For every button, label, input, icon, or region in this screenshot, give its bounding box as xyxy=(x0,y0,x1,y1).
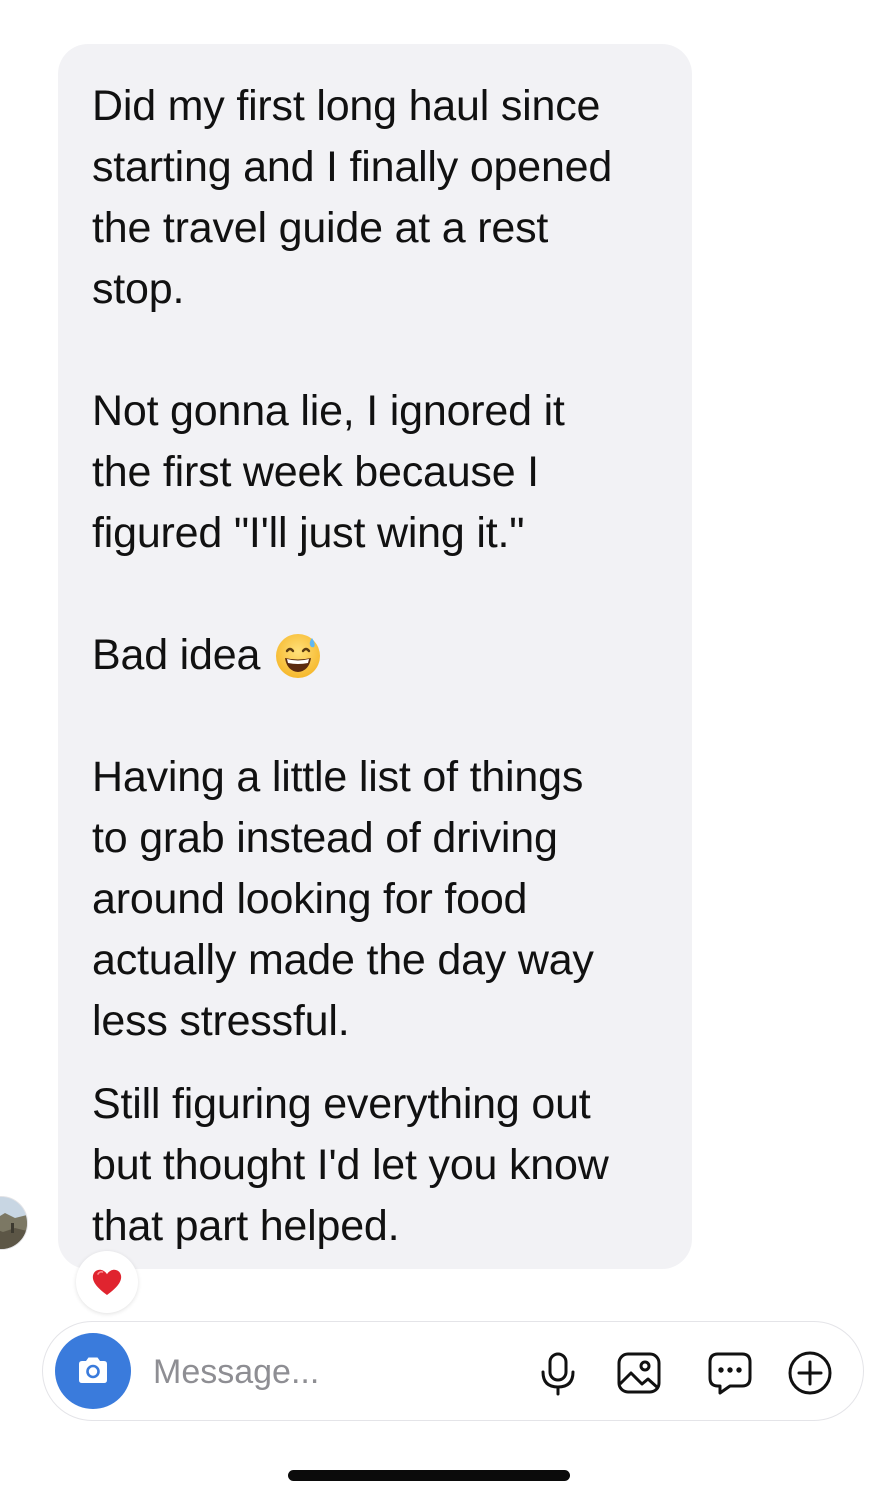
contact-avatar[interactable] xyxy=(0,1196,28,1250)
avatar-photo xyxy=(0,1197,27,1249)
message-paragraph: Still figuring everything out but though… xyxy=(92,1080,609,1250)
message-paragraph: Not gonna lie, I ignored it the first we… xyxy=(92,387,565,557)
more-options-button[interactable] xyxy=(785,1348,835,1398)
red-heart-icon xyxy=(92,1269,122,1295)
plus-circle-icon xyxy=(788,1351,832,1395)
chat-button[interactable] xyxy=(705,1348,755,1398)
message-paragraph: Having a little list of things to grab i… xyxy=(92,753,594,1045)
grinning-face-with-sweat-emoji xyxy=(274,632,322,680)
gallery-button[interactable] xyxy=(614,1348,664,1398)
message-input[interactable] xyxy=(153,1350,513,1394)
message-paragraph: Bad idea xyxy=(92,631,261,679)
message-paragraph: Did my first long haul since starting an… xyxy=(92,82,613,313)
microphone-icon xyxy=(541,1352,575,1396)
heart-reaction[interactable] xyxy=(76,1251,138,1313)
home-indicator[interactable] xyxy=(288,1470,570,1481)
microphone-button[interactable] xyxy=(533,1348,583,1398)
message-paragraph-with-emoji: Bad idea xyxy=(92,625,658,686)
camera-icon xyxy=(79,1357,107,1383)
chat-bubble-icon xyxy=(708,1352,752,1395)
received-message-bubble[interactable]: Did my first long haul since starting an… xyxy=(58,44,692,1269)
message-composer xyxy=(42,1321,864,1421)
camera-button[interactable] xyxy=(55,1333,131,1409)
image-icon xyxy=(617,1352,661,1394)
